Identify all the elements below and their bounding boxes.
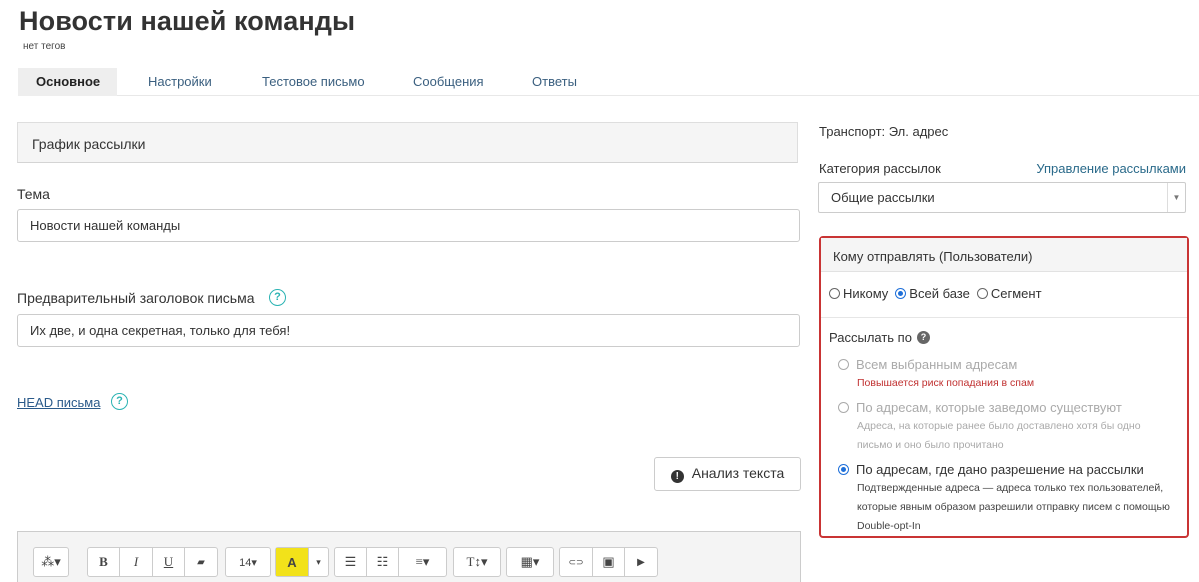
toolbar-group-insert: ⊂⊃ ▣ ▶	[559, 547, 658, 577]
radio-selected-icon	[838, 464, 849, 475]
recipient-option-nobody[interactable]: Никому	[829, 286, 888, 301]
recipient-option-label: Никому	[843, 286, 889, 301]
toolbar-group-color: A ▾	[275, 547, 329, 577]
bold-button[interactable]: B	[88, 548, 120, 576]
head-link[interactable]: HEAD письма	[17, 395, 100, 410]
radio-icon	[829, 288, 840, 299]
send-option-label: По адресам, которые заведомо существуют	[856, 400, 1122, 415]
radio-icon	[838, 402, 849, 413]
magic-wand-icon[interactable]: ⁂▾	[34, 548, 68, 576]
divider	[821, 317, 1187, 318]
radio-icon	[838, 359, 849, 370]
chevron-down-icon: ▼	[1167, 183, 1185, 212]
toolbar-group-size: 14▾	[225, 547, 271, 577]
highlight-color-button[interactable]: A	[276, 548, 309, 576]
chevron-down-icon[interactable]: ▾	[309, 548, 328, 576]
analyze-text-button[interactable]: ! Анализ текста	[654, 457, 801, 491]
help-icon[interactable]: ?	[916, 331, 930, 344]
table-icon[interactable]: ▦▾	[507, 548, 553, 576]
tab-answers[interactable]: Ответы	[532, 68, 577, 96]
send-option-warning: Повышается риск попадания в спам	[857, 377, 1035, 389]
recipients-header: Кому отправлять (Пользователи)	[821, 238, 1187, 272]
toolbar-group-table: ▦▾	[506, 547, 554, 577]
underline-button[interactable]: U	[153, 548, 185, 576]
subject-input[interactable]	[17, 209, 800, 242]
recipients-panel: Кому отправлять (Пользователи) Никому Вс…	[819, 236, 1189, 538]
analyze-text-label: Анализ текста	[691, 465, 785, 481]
toolbar-group-format: B I U ▰	[87, 547, 218, 577]
link-icon[interactable]: ⊂⊃	[560, 548, 593, 576]
category-select-value: Общие рассылки	[831, 190, 935, 205]
send-option-label: Всем выбранным адресам	[856, 357, 1018, 372]
exclamation-icon: !	[670, 470, 684, 483]
send-option-permitted-addresses[interactable]: По адресам, где дано разрешение на рассы…	[838, 462, 1144, 477]
schedule-panel-toggle[interactable]: График рассылки	[17, 122, 798, 163]
image-icon[interactable]: ▣	[593, 548, 625, 576]
toolbar-group-style: T↕▾	[453, 547, 501, 577]
eraser-icon[interactable]: ▰	[185, 548, 217, 576]
category-label: Категория рассылок	[819, 161, 941, 176]
send-by-text: Рассылать по	[829, 330, 912, 345]
text-style-select[interactable]: T↕▾	[454, 548, 500, 576]
bullet-list-icon[interactable]: ☰	[335, 548, 367, 576]
radio-icon	[976, 288, 988, 299]
transport-label: Транспорт: Эл. адрес	[819, 124, 949, 139]
align-select[interactable]: ≡▾	[399, 548, 446, 576]
recipient-option-label: Всей базе	[909, 286, 970, 301]
font-size-select[interactable]: 14▾	[226, 548, 270, 576]
category-select[interactable]: Общие рассылки ▼	[818, 182, 1186, 213]
tags-label: нет тегов	[23, 41, 66, 52]
preheader-label: Предварительный заголовок письма	[17, 290, 255, 306]
recipient-option-all[interactable]: Всей базе	[895, 286, 970, 301]
recipient-option-segment[interactable]: Сегмент	[976, 286, 1042, 301]
send-option-label: По адресам, где дано разрешение на рассы…	[856, 462, 1144, 477]
editor-toolbar: ⁂▾ B I U ▰ 14▾ A ▾ ☰ ☷ ≡▾ T↕▾ ▦▾ ⊂⊃ ▣ ▶	[17, 531, 801, 582]
tab-test-email[interactable]: Тестовое письмо	[262, 68, 365, 96]
recipient-option-label: Сегмент	[990, 286, 1042, 301]
italic-button[interactable]: I	[120, 548, 153, 576]
video-icon[interactable]: ▶	[625, 548, 657, 576]
tab-main[interactable]: Основное	[18, 68, 117, 96]
preheader-input[interactable]	[17, 314, 800, 347]
send-option-description: Адреса, на которые ранее было доставлено…	[857, 420, 1141, 451]
send-by-label: Рассылать по ?	[829, 330, 930, 345]
tab-messages[interactable]: Сообщения	[413, 68, 484, 96]
recipients-radio-group: Никому Всей базе Сегмент	[829, 286, 1049, 301]
tab-bar: Основное Настройки Тестовое письмо Сообщ…	[18, 68, 1199, 96]
tab-settings[interactable]: Настройки	[148, 68, 212, 96]
ordered-list-icon[interactable]: ☷	[367, 548, 399, 576]
help-icon[interactable]: ?	[269, 289, 286, 306]
toolbar-group-lists: ☰ ☷ ≡▾	[334, 547, 447, 577]
subject-label: Тема	[17, 186, 50, 202]
radio-selected-icon	[895, 288, 907, 299]
schedule-label: График рассылки	[32, 136, 146, 152]
send-option-all-addresses[interactable]: Всем выбранным адресам	[838, 357, 1017, 372]
help-icon[interactable]: ?	[111, 393, 128, 410]
send-option-existing-addresses[interactable]: По адресам, которые заведомо существуют	[838, 400, 1122, 415]
manage-mailings-link[interactable]: Управление рассылками	[1036, 161, 1186, 176]
toolbar-group-magic: ⁂▾	[33, 547, 69, 577]
send-option-description: Подтвержденные адреса — адреса только те…	[857, 482, 1170, 532]
page-title: Новости нашей команды	[19, 6, 356, 36]
